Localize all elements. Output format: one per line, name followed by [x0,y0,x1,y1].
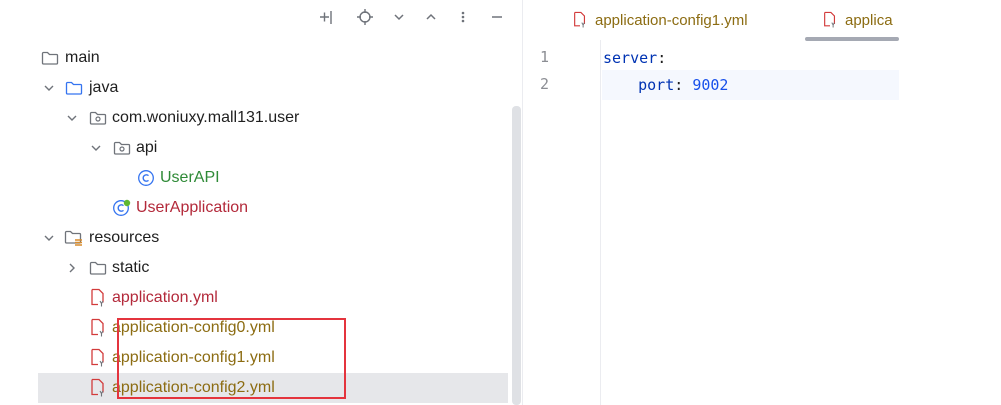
line-number: 1 [539,48,549,66]
code-line-2: port: 9002 [602,70,899,100]
spring-boot-class-icon [112,198,132,218]
tree-item-userapi[interactable]: UserAPI [38,163,508,193]
tree-item-resources[interactable]: resources [38,223,508,253]
tree-item-userapplication[interactable]: UserApplication [38,193,508,223]
highlight-annotation-box [117,318,346,399]
yaml-file-icon [88,378,108,398]
tree-item-java[interactable]: java [38,73,508,103]
tree-item-label: api [136,139,158,156]
expand-selected-icon[interactable] [315,6,337,28]
tree-item-application-yml[interactable]: application.yml [38,283,508,313]
tree-item-label: com.woniuxy.mall131.user [112,109,300,126]
editor-tabs: application-config1.yml applica [523,0,899,41]
yaml-key: port [638,76,675,94]
tree-item-static[interactable]: static [38,253,508,283]
package-icon [88,108,108,128]
yaml-file-icon [88,288,108,308]
tree-item-label: main [65,49,100,66]
yaml-file-icon [88,318,108,338]
more-options-icon[interactable] [452,6,474,28]
tree-item-label: java [89,79,119,96]
tree-item-package[interactable]: com.woniuxy.mall131.user [38,103,508,133]
tree-item-label: UserApplication [136,199,249,216]
chevron-down-icon[interactable] [42,81,56,95]
minimize-icon[interactable] [486,6,508,28]
yaml-separator: : [674,76,693,94]
tree-item-label: resources [89,229,160,246]
yaml-file-icon [571,11,589,29]
line-number: 2 [539,75,549,93]
package-icon [112,138,132,158]
tab-active-applica[interactable]: applica [821,0,899,40]
chevron-up-icon[interactable] [420,6,442,28]
project-toolbar [38,0,522,40]
yaml-file-icon [88,348,108,368]
chevron-down-icon[interactable] [388,6,410,28]
yaml-key: server [603,49,658,67]
resources-folder-icon [64,228,84,248]
yaml-file-icon [821,11,839,29]
source-folder-icon [64,78,84,98]
tree-item-label: application.yml [112,289,218,306]
chevron-down-icon[interactable] [42,231,56,245]
chevron-right-icon[interactable] [65,261,79,275]
blank-area [899,0,1001,405]
folder-icon [88,258,108,278]
tab-application-config1-yml[interactable]: application-config1.yml [571,0,748,40]
yaml-value: 9002 [692,76,729,94]
code-line-1: server: [603,43,899,73]
tree-item-label: static [112,259,150,276]
editor-area: application-config1.yml applica 1 2 serv… [523,0,899,405]
project-tool-window: main java com.woniuxy.mall131.user api U… [38,0,522,405]
tab-label: applica [845,11,893,29]
locate-icon[interactable] [354,6,376,28]
project-scrollbar[interactable] [512,106,521,405]
code-editor[interactable]: server: port: 9002 [602,40,899,405]
chevron-down-icon[interactable] [89,141,103,155]
line-number-gutter: 1 2 [523,40,601,405]
yaml-colon: : [657,49,667,67]
tree-item-api[interactable]: api [38,133,508,163]
class-icon [136,168,156,188]
tab-label: application-config1.yml [595,11,748,29]
folder-icon [40,48,60,68]
tree-item-main[interactable]: main [38,43,508,73]
tree-item-label: UserAPI [160,169,220,186]
chevron-down-icon[interactable] [65,111,79,125]
